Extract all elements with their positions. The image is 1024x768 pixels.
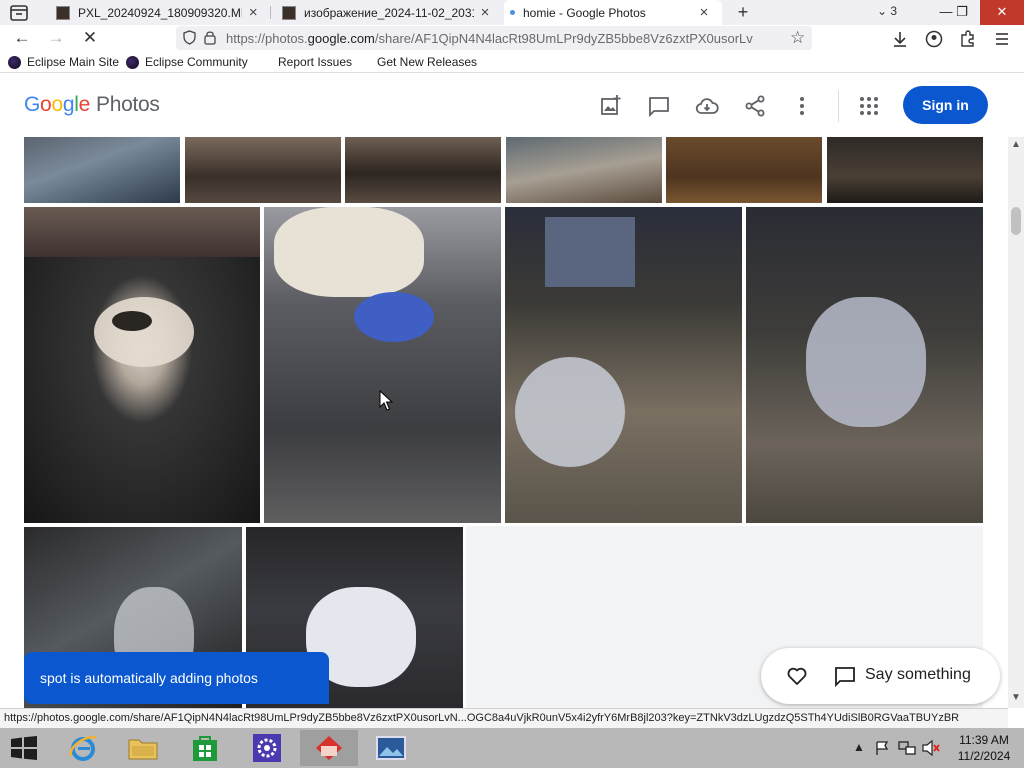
volume-muted-icon[interactable] (922, 740, 940, 756)
taskbar-settings[interactable] (238, 730, 296, 766)
image-favicon-icon (56, 5, 70, 20)
url-text[interactable]: https://photos.google.com/share/AF1QipN4… (226, 31, 754, 46)
heart-icon[interactable] (785, 664, 809, 688)
network-icon[interactable] (898, 740, 916, 756)
red-app-icon (316, 736, 342, 760)
gear-icon (253, 734, 281, 762)
eclipse-logo-icon (8, 55, 21, 69)
bookmark-label: Eclipse Main Site (27, 55, 120, 69)
link-status-bar: https://photos.google.com/share/AF1QipN4… (0, 708, 1008, 728)
google-apps-grid-icon[interactable] (857, 94, 881, 118)
bookmark-get-new-releases[interactable]: Get New Releases (377, 55, 477, 69)
photo-thumbnail-table[interactable] (345, 137, 501, 203)
tab-title: PXL_20240924_180909320.MP.jpg (78, 5, 242, 20)
account-icon[interactable] (924, 29, 944, 49)
photo-thumbnail-dark[interactable] (827, 137, 983, 203)
address-bar[interactable]: https://photos.google.com/share/AF1QipN4… (176, 26, 812, 50)
photo-thumbnail-dog-closeup[interactable] (746, 207, 983, 523)
taskbar-firefox-app[interactable] (300, 730, 358, 766)
photo-thumbnail-dog-floor[interactable] (505, 207, 742, 523)
photo-thumbnail-blanket[interactable] (24, 137, 180, 203)
tab-google-photos[interactable]: homie - Google Photos × (504, 0, 722, 25)
photo-viewer-icon (376, 736, 406, 760)
windows-start-icon[interactable] (10, 736, 38, 760)
folder-icon (128, 739, 158, 760)
taskbar-photos-app[interactable] (362, 730, 420, 766)
tab-count: 3 (890, 4, 898, 18)
google-photos-header: Google Photos Sign in (0, 73, 1008, 137)
eclipse-logo-icon (126, 55, 139, 69)
taskbar-store[interactable] (176, 730, 234, 766)
tab-title: изображение_2024-11-02_2031 (304, 5, 474, 20)
cloud-download-icon[interactable] (695, 94, 719, 118)
more-options-icon[interactable] (790, 94, 814, 118)
tab-pxl-image[interactable]: PXL_20240924_180909320.MP.jpg × (56, 0, 260, 25)
download-icon[interactable] (890, 29, 910, 49)
close-tab-icon[interactable]: × (478, 4, 492, 21)
photo-thumbnail-chairs[interactable] (185, 137, 341, 203)
bookmark-eclipse-main-site[interactable]: Eclipse Main Site (8, 55, 119, 69)
action-center-flag-icon[interactable] (874, 740, 890, 756)
bookmarks-toolbar: Eclipse Main Site Eclipse Community Repo… (0, 52, 1024, 73)
sign-in-button[interactable]: Sign in (903, 86, 988, 124)
photo-thumbnail-floor[interactable] (666, 137, 822, 203)
comment-icon[interactable] (647, 94, 671, 118)
system-clock[interactable]: 11:39 AM 11/2/2024 (954, 732, 1014, 764)
chevron-down-icon: ⌄ (877, 4, 888, 18)
firefox-view-icon[interactable] (6, 3, 32, 23)
tab-izobrazhenie-image[interactable]: изображение_2024-11-02_2031 × (282, 0, 494, 25)
photo-thumbnail-dog-bowl[interactable] (264, 207, 501, 523)
show-hidden-icons-button[interactable]: ▲ (853, 740, 865, 754)
stop-loading-icon[interactable]: ✕ (80, 29, 100, 49)
google-photos-logo[interactable]: Google Photos (24, 93, 160, 117)
photo-grid (0, 137, 1008, 708)
share-icon[interactable] (743, 94, 767, 118)
image-favicon-icon (282, 5, 296, 20)
scroll-thumb[interactable] (1011, 207, 1021, 235)
photo-thumbnail-room[interactable] (506, 137, 662, 203)
page-scrollbar[interactable]: ▲ ▼ (1008, 137, 1024, 708)
navigation-toolbar: ← → ✕ https://photos.google.com/share/AF… (0, 25, 1024, 52)
loading-indicator-icon (510, 10, 515, 15)
tracking-protection-shield-icon[interactable] (183, 30, 196, 45)
taskbar-internet-explorer[interactable] (54, 730, 112, 766)
tab-title: homie - Google Photos (523, 5, 646, 20)
add-photos-icon[interactable] (599, 94, 623, 118)
lock-icon[interactable] (204, 30, 216, 45)
bookmark-report-issues[interactable]: Report Issues (278, 55, 352, 69)
bookmark-label: Eclipse Community (145, 55, 248, 69)
close-tab-icon[interactable]: × (697, 4, 711, 21)
back-arrow-icon[interactable]: ← (12, 29, 32, 49)
store-icon (193, 736, 217, 761)
restore-button[interactable]: ❐ (946, 0, 978, 25)
scroll-down-arrow-icon[interactable]: ▼ (1008, 692, 1024, 706)
mouse-cursor-icon (379, 390, 393, 411)
browser-tab-strip: PXL_20240924_180909320.MP.jpg × изображе… (0, 0, 1024, 25)
clock-date: 11/2/2024 (957, 749, 1011, 763)
header-divider (838, 90, 839, 122)
forward-arrow-icon[interactable]: → (46, 29, 66, 49)
new-tab-button[interactable]: + (734, 2, 752, 22)
bookmark-label: Report Issues (278, 55, 353, 69)
bookmark-eclipse-community[interactable]: Eclipse Community (126, 55, 248, 69)
tab-separator (270, 6, 271, 19)
hamburger-menu-icon[interactable] (992, 29, 1012, 49)
photo-thumbnail-dog-on-bed[interactable] (24, 207, 260, 523)
internet-explorer-icon (69, 735, 97, 761)
auto-adding-photos-toast: spot is automatically adding photos (24, 652, 329, 704)
window-close-button[interactable]: ✕ (980, 0, 1024, 25)
bookmark-label: Get New Releases (377, 55, 478, 69)
comment-icon[interactable] (833, 664, 857, 688)
taskbar-file-explorer[interactable] (114, 730, 172, 766)
bookmark-star-icon[interactable]: ☆ (790, 28, 805, 48)
say-something-button[interactable]: Say something (865, 666, 971, 684)
extensions-puzzle-icon[interactable] (958, 29, 978, 49)
comment-bar: Say something (761, 648, 1000, 704)
windows-taskbar: ▲ 11:39 AM 11/2/2024 (0, 728, 1024, 768)
list-all-tabs-button[interactable]: ⌄ 3 (877, 4, 897, 18)
close-tab-icon[interactable]: × (246, 4, 260, 21)
clock-time: 11:39 AM (959, 733, 1009, 747)
scroll-up-arrow-icon[interactable]: ▲ (1008, 139, 1024, 153)
